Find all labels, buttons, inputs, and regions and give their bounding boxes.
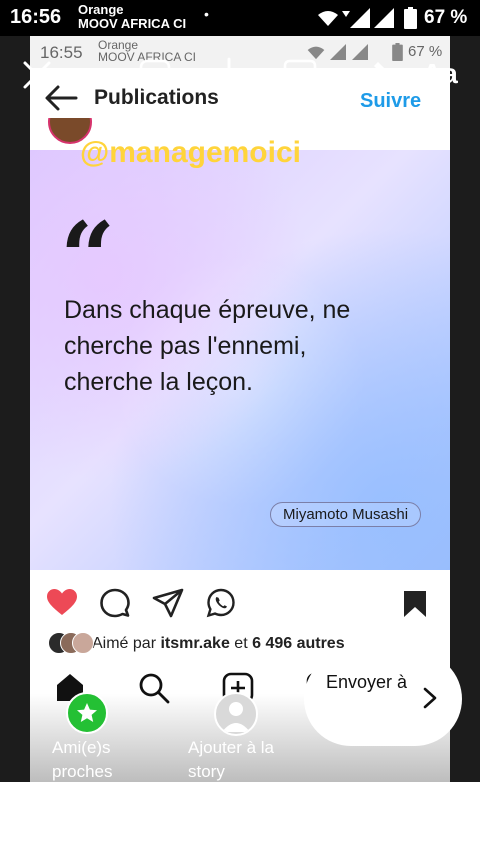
whatsapp-icon[interactable]	[206, 588, 236, 618]
inner-battery-icon	[392, 43, 403, 61]
star-icon	[77, 703, 97, 722]
carrier-name: Orange MOOV AFRICA CI	[78, 3, 186, 31]
signal-icon-2	[374, 8, 394, 28]
quote-text: Dans chaque épreuve, ne cherche pas l'en…	[64, 292, 424, 400]
likes-prefix: Aimé par	[92, 635, 161, 652]
close-friends-button[interactable]	[66, 692, 108, 734]
data-arrow-icon	[342, 11, 350, 17]
add-to-story-avatar[interactable]	[214, 692, 258, 736]
download-icon[interactable]	[212, 56, 246, 92]
close-icon[interactable]	[22, 60, 52, 90]
send-to-button[interactable]: Envoyer à	[304, 652, 462, 746]
likes-middle: et	[229, 635, 253, 652]
post-image[interactable]: “ Dans chaque épreuve, ne cherche pas l'…	[30, 150, 450, 570]
close-friends-label[interactable]: Ami(e)s proches	[52, 736, 152, 782]
user-avatar-icon	[222, 702, 250, 732]
battery-percent: 67 %	[424, 7, 468, 28]
quote-line: cherche la leçon.	[64, 368, 254, 396]
signal-icon	[350, 8, 370, 28]
share-send-icon[interactable]	[152, 588, 184, 618]
image-sticker-icon[interactable]	[138, 58, 172, 92]
likes-count[interactable]: 6 496 autres	[252, 635, 345, 652]
sticker-icon[interactable]	[282, 58, 318, 94]
post-actions	[30, 584, 450, 624]
status-time: 16:56	[10, 6, 62, 28]
battery-icon	[404, 7, 417, 29]
notification-dot: •	[204, 6, 209, 22]
quote-line: Dans chaque épreuve, ne	[64, 296, 351, 324]
inner-signal-icon	[330, 44, 346, 60]
close-friends-badge	[66, 692, 108, 734]
author-label: Miyamoto Musashi	[270, 502, 422, 527]
likes-summary[interactable]: Aimé par itsmr.ake et 6 496 autres	[48, 632, 345, 654]
chevron-right-icon	[423, 687, 437, 709]
like-heart-icon[interactable]	[46, 588, 78, 616]
liker-username[interactable]: itsmr.ake	[160, 635, 229, 652]
text-tool-button[interactable]: Aa	[422, 58, 458, 90]
liker-avatars	[48, 632, 94, 654]
carrier-line-1: Orange	[78, 2, 124, 17]
add-to-story-label[interactable]: Ajouter à la story	[188, 736, 308, 782]
wifi-icon	[318, 11, 338, 26]
draw-icon[interactable]	[350, 58, 390, 94]
bookmark-icon[interactable]	[402, 590, 428, 618]
mention-sticker[interactable]: @managemoici	[80, 136, 301, 170]
send-to-label: Envoyer à	[326, 672, 408, 692]
status-bar: 16:56 Orange MOOV AFRICA CI • 67 %	[0, 0, 480, 36]
carrier-line-2: MOOV AFRICA CI	[78, 16, 187, 31]
search-icon[interactable]	[138, 672, 170, 704]
quote-line: cherche pas l'ennemi,	[64, 332, 307, 360]
comment-icon[interactable]	[100, 588, 130, 618]
liker-avatar	[72, 632, 94, 654]
